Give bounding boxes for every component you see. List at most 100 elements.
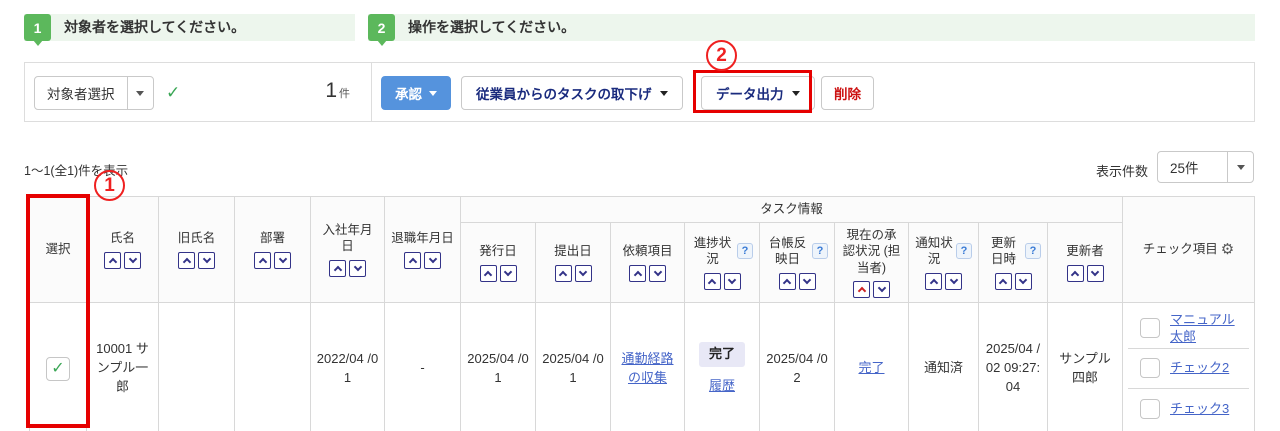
per-page-select[interactable]: 25件 (1157, 151, 1254, 183)
sort-asc-button[interactable] (1066, 264, 1084, 282)
request-item-link[interactable]: 通勤経路の収集 (621, 351, 673, 385)
sort-desc-icon (503, 267, 513, 276)
name-header-label: 氏名 (109, 231, 135, 246)
cell-hire-date: 2022/04 /01 (310, 301, 385, 431)
target-select-caret[interactable] (126, 77, 153, 109)
selected-count-value: 1 (325, 79, 337, 102)
sort-desc-button[interactable] (424, 251, 441, 269)
check-item: チェック3 (1128, 389, 1249, 429)
sort-asc-icon (857, 286, 866, 295)
sort-desc-button[interactable] (1014, 272, 1032, 290)
sort-desc-button[interactable] (499, 264, 517, 282)
sort-asc-icon (633, 270, 642, 279)
hire-date-header-label: 入社年月日 (322, 223, 373, 254)
sort-desc-button[interactable] (873, 280, 890, 298)
approve-button[interactable]: 承認 (381, 76, 451, 110)
col-header-name: 氏名 (86, 196, 159, 303)
step1-strip: 1 対象者を選択してください。 (24, 14, 355, 46)
sort-desc-button[interactable] (649, 264, 666, 282)
sort-desc-button[interactable] (723, 272, 741, 290)
withdraw-task-button[interactable]: 従業員からのタスクの取下げ (461, 76, 683, 110)
sort-desc-button[interactable] (574, 264, 592, 282)
cell-select: ✓ (29, 301, 87, 431)
cell-updated-at: 2025/04 /02 09:27:04 (978, 301, 1048, 431)
sort-desc-icon (202, 254, 211, 263)
check-item-link[interactable]: チェック2 (1170, 359, 1229, 377)
toolbar-divider (371, 63, 372, 121)
sort-desc-icon (428, 254, 437, 263)
help-icon[interactable]: ? (956, 243, 972, 260)
gear-icon[interactable]: ⚙ (1221, 240, 1234, 258)
sort-desc-button[interactable] (198, 251, 215, 269)
col-header-select: 選択 (29, 196, 87, 303)
help-icon[interactable]: ? (812, 243, 828, 260)
sort-asc-button[interactable] (778, 272, 796, 290)
ledger-date-header-label: 台帳反映日 (768, 236, 807, 267)
result-range-text: 1〜1(全1)件を表示 (24, 164, 129, 178)
sort-asc-icon (929, 278, 938, 287)
sort-asc-icon (483, 270, 493, 279)
step2-badge: 2 (368, 14, 395, 46)
check-item-checkbox[interactable] (1140, 358, 1160, 379)
withdraw-task-label: 従業員からのタスクの取下げ (476, 87, 652, 102)
updated-at-header-label: 更新日時 (990, 236, 1016, 267)
step2-label: 操作を選択してください。 (408, 19, 576, 35)
sort-desc-icon (802, 275, 812, 284)
cell-former-name (158, 301, 235, 431)
help-icon[interactable]: ? (1025, 243, 1041, 260)
help-icon[interactable]: ? (737, 243, 753, 260)
former-name-header-label: 旧氏名 (177, 231, 216, 246)
check-item-checkbox[interactable] (1140, 398, 1160, 419)
sort-desc-icon (128, 254, 137, 263)
col-header-department: 部署 (234, 196, 311, 303)
approval-status-link[interactable]: 完了 (858, 360, 884, 375)
selected-count-unit: 件 (339, 88, 350, 100)
delete-button[interactable]: 削除 (821, 76, 874, 110)
sort-desc-button[interactable] (798, 272, 816, 290)
selected-count: 1件 (265, 79, 350, 103)
chevron-down-icon (659, 90, 668, 96)
sort-desc-button[interactable] (274, 251, 291, 269)
select-header-label: 選択 (45, 242, 71, 257)
per-page-caret[interactable] (1227, 152, 1253, 182)
retire-date-header-label: 退職年月日 (391, 231, 454, 246)
sort-desc-icon (1090, 267, 1100, 276)
sort-asc-button[interactable] (178, 251, 195, 269)
data-export-button[interactable]: データ出力 (701, 76, 815, 110)
cell-notify: 通知済 (908, 301, 979, 431)
history-link[interactable]: 履歴 (709, 377, 735, 396)
sort-desc-button[interactable] (945, 272, 962, 290)
sort-asc-icon (333, 265, 342, 274)
sort-asc-button[interactable] (104, 251, 121, 269)
sort-asc-button[interactable] (994, 272, 1012, 290)
sort-asc-button[interactable] (554, 264, 572, 282)
notify-header-label: 通知状況 (915, 236, 953, 267)
request-item-header-label: 依頼項目 (622, 244, 673, 259)
sort-desc-button[interactable] (349, 259, 366, 277)
check-item-link[interactable]: マニュアル太郎 (1170, 311, 1240, 346)
check-item-checkbox[interactable] (1140, 318, 1160, 339)
sort-asc-button[interactable] (925, 272, 942, 290)
step1-badge: 1 (24, 14, 51, 46)
sort-asc-button-active[interactable] (853, 280, 870, 298)
check-item-link[interactable]: チェック3 (1170, 400, 1229, 418)
sort-desc-button[interactable] (124, 251, 141, 269)
sort-desc-icon (727, 275, 737, 284)
row-checkbox-checked[interactable]: ✓ (46, 356, 70, 381)
sort-asc-icon (1070, 270, 1080, 279)
sort-desc-button[interactable] (1086, 264, 1104, 282)
check-item: チェック2 (1128, 349, 1249, 389)
sort-asc-button[interactable] (254, 251, 271, 269)
sort-asc-button[interactable] (629, 264, 646, 282)
sort-asc-button[interactable] (479, 264, 497, 282)
sort-desc-icon (653, 267, 662, 276)
col-header-check-items: チェック項目 ⚙ (1122, 196, 1255, 303)
sort-asc-icon (707, 278, 717, 287)
table-row: ✓ 10001 サンプル一郎 2022/04 /01 - 2025/04 /01… (29, 301, 1255, 431)
target-select-button[interactable]: 対象者選択 (34, 76, 154, 110)
cell-retire-date: - (384, 301, 461, 431)
sort-asc-button[interactable] (404, 251, 421, 269)
sort-asc-button[interactable] (329, 259, 346, 277)
sort-asc-button[interactable] (703, 272, 721, 290)
col-header-issue-date: 発行日 (460, 222, 536, 303)
